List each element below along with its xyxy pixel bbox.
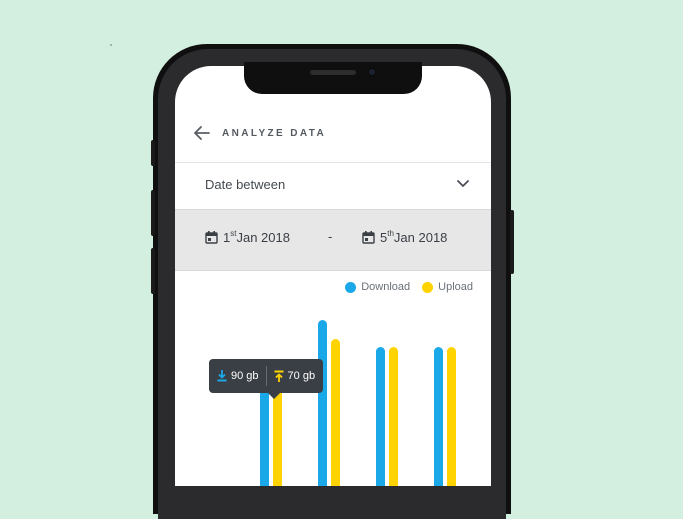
phone-notch: [244, 62, 422, 94]
end-date-day: 5: [380, 230, 388, 245]
start-date-day: 1: [223, 230, 231, 245]
legend-label-download: Download: [361, 281, 411, 293]
upload-icon: [274, 370, 284, 382]
phone-speaker: [310, 70, 356, 75]
date-filter-label: Date between: [205, 177, 286, 192]
bar-download-2[interactable]: [318, 320, 327, 486]
usage-bar-chart: [260, 320, 456, 486]
start-date-suffix: st: [230, 229, 237, 238]
legend-swatch-download: [345, 281, 357, 293]
chevron-down-icon: [457, 180, 469, 187]
end-date-rest: Jan 2018: [393, 230, 448, 245]
data-tooltip: 90 gb 70 gb: [209, 359, 324, 399]
chart-legend: Download Upload: [333, 281, 473, 293]
start-date[interactable]: 1st Jan 2018: [205, 229, 290, 245]
tooltip-upload-value: 70 gb: [287, 370, 316, 382]
phone-side-button: [151, 140, 155, 166]
end-date[interactable]: 5th Jan 2018: [362, 229, 448, 245]
bar-upload-4[interactable]: [447, 347, 456, 486]
tooltip-divider: [265, 366, 267, 386]
legend-label-upload: Upload: [438, 281, 473, 293]
tooltip-upload: 70 gb: [274, 370, 316, 382]
background-speck: [110, 44, 112, 46]
date-filter-dropdown[interactable]: Date between: [175, 163, 491, 209]
tooltip-download: 90 gb: [217, 370, 259, 382]
download-icon: [217, 370, 227, 382]
calendar-icon: [205, 231, 218, 244]
start-date-rest: Jan 2018: [236, 230, 290, 245]
back-arrow-icon[interactable]: [193, 124, 211, 142]
legend-item-download: Download: [345, 281, 410, 293]
phone-side-button: [510, 210, 514, 274]
bar-download-3[interactable]: [376, 347, 385, 486]
front-camera: [367, 67, 377, 77]
bar-upload-2[interactable]: [331, 339, 340, 486]
app-screen: ANALYZE DATA Date between 1st Jan 2018 -: [175, 66, 491, 486]
date-separator: -: [328, 229, 333, 244]
end-date-suffix: th: [387, 229, 394, 238]
bar-download-4[interactable]: [434, 347, 443, 486]
legend-item-upload: Upload: [422, 281, 473, 293]
page-title: ANALYZE DATA: [222, 128, 327, 139]
date-range-bar: 1st Jan 2018 - 5th Jan 2018: [175, 209, 491, 271]
calendar-icon: [362, 231, 375, 244]
phone-side-button: [151, 190, 155, 236]
phone-side-button: [151, 248, 155, 294]
tooltip-download-value: 90 gb: [231, 370, 259, 382]
legend-swatch-upload: [422, 281, 434, 293]
bar-upload-3[interactable]: [389, 347, 398, 486]
